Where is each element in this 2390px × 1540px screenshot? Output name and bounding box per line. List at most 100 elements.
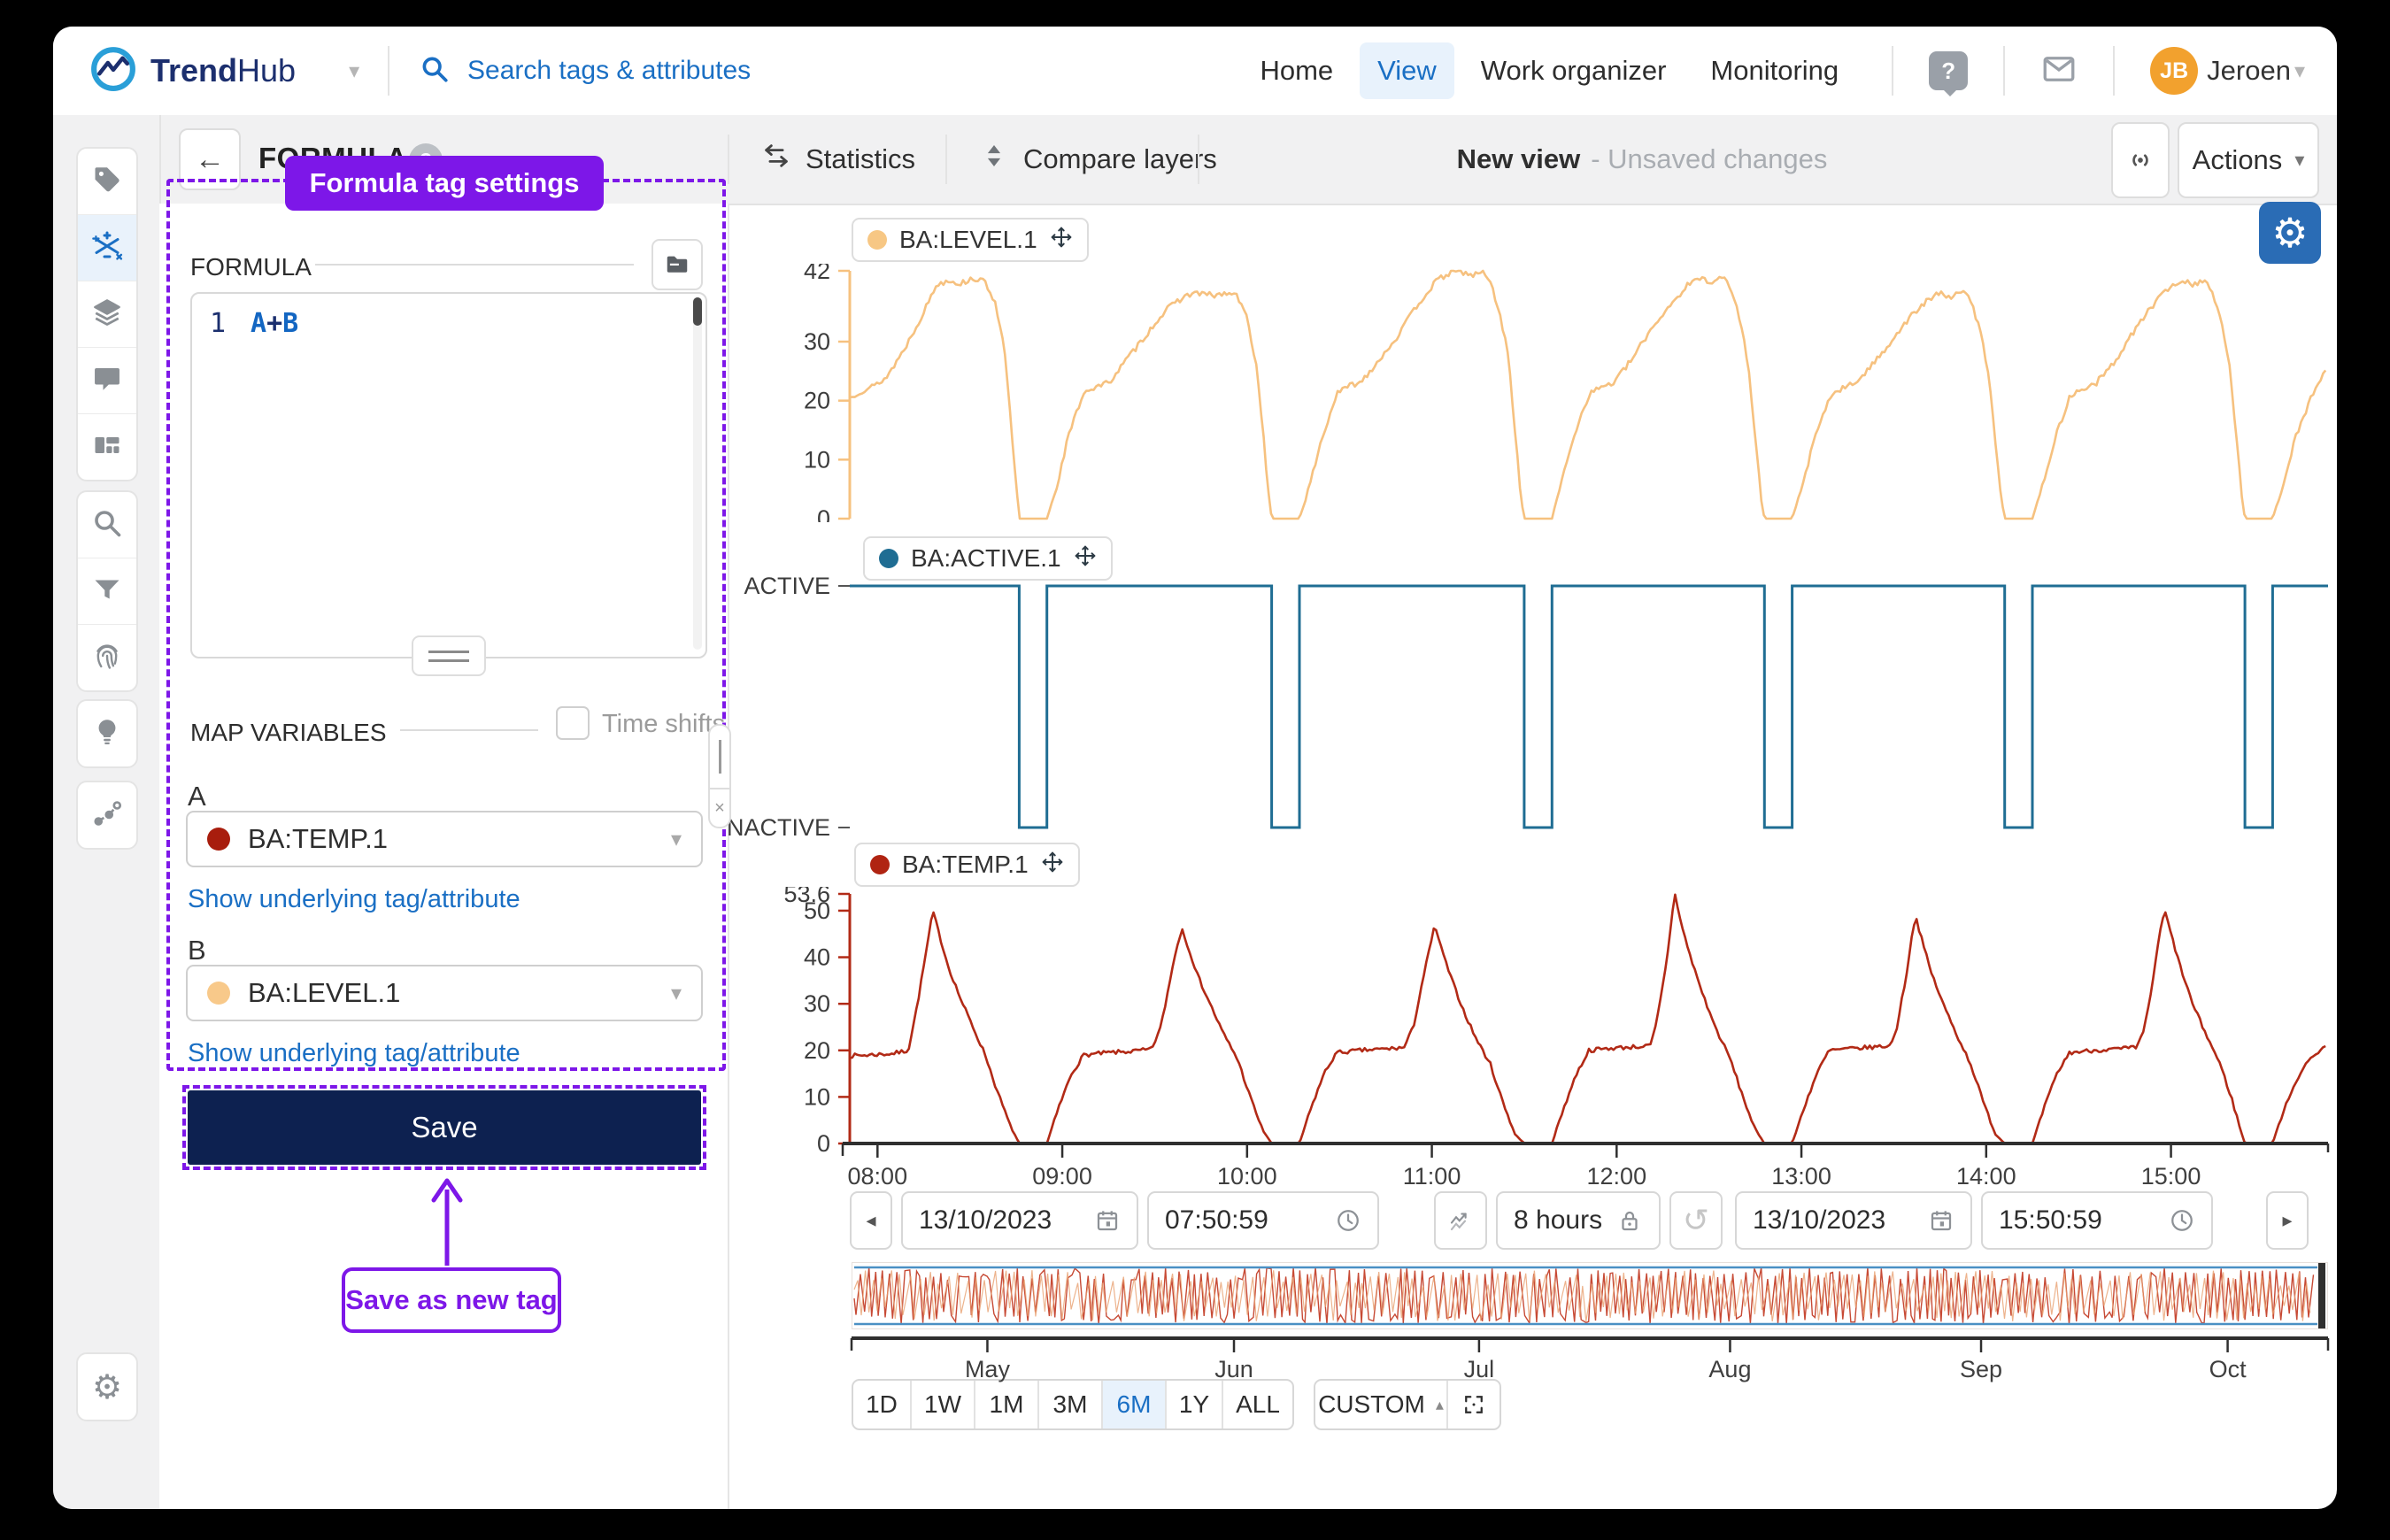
range-button-1m[interactable]: 1M — [975, 1381, 1039, 1428]
history-restore-button[interactable]: ↺ — [1669, 1191, 1723, 1250]
pan-left-button[interactable]: ◂ — [850, 1191, 892, 1250]
overview-strip[interactable] — [852, 1262, 2328, 1329]
search-input[interactable] — [466, 55, 965, 87]
custom-range-label: CUSTOM — [1318, 1390, 1425, 1419]
gear-icon: ⚙ — [92, 1367, 122, 1407]
sidebar-item-search[interactable] — [78, 492, 136, 558]
formula-tag-settings-annotation: Formula tag settings — [285, 156, 604, 211]
show-underlying-link-B[interactable]: Show underlying tag/attribute — [188, 1039, 520, 1068]
folder-button[interactable] — [651, 239, 703, 290]
svg-text:12:00: 12:00 — [1587, 1163, 1647, 1190]
time-shifts-label: Time shifts — [602, 710, 725, 739]
splitter-drag-handle[interactable] — [708, 724, 731, 789]
nav-item-work-organizer[interactable]: Work organizer — [1463, 42, 1685, 99]
chart-level[interactable]: 423020100 — [726, 264, 2337, 522]
sidebar-item-tag[interactable] — [78, 149, 136, 215]
nav-item-home[interactable]: Home — [1242, 42, 1351, 99]
sidebar-item-formula[interactable] — [78, 215, 136, 281]
back-button[interactable]: ← — [179, 128, 241, 190]
range-button-3m[interactable]: 3M — [1039, 1381, 1103, 1428]
chevron-up-icon: ▴ — [1436, 1396, 1444, 1414]
brand-chevron-down-icon[interactable]: ▾ — [349, 58, 359, 84]
step-line-icon — [1447, 1207, 1474, 1234]
date-from-input[interactable]: 13/10/2023 — [901, 1191, 1138, 1250]
time-to-input[interactable]: 15:50:59 — [1981, 1191, 2213, 1250]
statistics-button[interactable]: Statistics — [761, 115, 915, 204]
formula-editor[interactable]: 1 A+B — [190, 292, 707, 658]
exchange-arrows-icon — [761, 141, 791, 178]
sidebar-item-settings[interactable]: ⚙ — [76, 1352, 138, 1421]
svg-text:11:00: 11:00 — [1403, 1163, 1461, 1190]
help-button[interactable]: ? — [1929, 51, 1968, 90]
range-button-1w[interactable]: 1W — [912, 1381, 975, 1428]
series-name: BA:TEMP.1 — [902, 851, 1029, 879]
range-button-6m[interactable]: 6M — [1103, 1381, 1167, 1428]
save-annotation-outline — [182, 1085, 706, 1170]
save-as-new-tag-annotation: Save as new tag — [342, 1267, 561, 1333]
series-color-dot — [867, 230, 887, 250]
nav-item-monitoring[interactable]: Monitoring — [1692, 42, 1856, 99]
move-icon[interactable] — [1074, 544, 1097, 574]
expand-icon — [1461, 1391, 1487, 1418]
statistics-label: Statistics — [806, 143, 915, 175]
chart-settings-gear-button[interactable]: ⚙ — [2259, 202, 2321, 264]
svg-text:0: 0 — [817, 505, 830, 522]
legend-level[interactable]: BA:LEVEL.1 — [852, 218, 1089, 262]
date-to-value: 13/10/2023 — [1753, 1205, 1885, 1236]
sidebar-item-fingerprint[interactable] — [78, 625, 136, 690]
actions-label: Actions — [2193, 144, 2283, 176]
date-to-input[interactable]: 13/10/2023 — [1735, 1191, 1972, 1250]
sidebar-item-comment[interactable] — [78, 348, 136, 414]
sidebar-rail: ⚙ — [53, 115, 161, 1509]
move-icon[interactable] — [1050, 226, 1073, 255]
divider — [945, 135, 947, 184]
time-from-input[interactable]: 07:50:59 — [1147, 1191, 1379, 1250]
splitter-collapse-button[interactable]: × — [708, 789, 731, 828]
sidebar-item-layout[interactable] — [78, 414, 136, 480]
variable-name-B: B — [188, 935, 206, 966]
sidebar-item-bulb[interactable] — [78, 701, 136, 766]
divider — [728, 135, 729, 184]
time-shifts-checkbox[interactable] — [556, 706, 590, 740]
show-underlying-link-A[interactable]: Show underlying tag/attribute — [188, 885, 520, 914]
duration-button[interactable]: 8 hours — [1496, 1191, 1661, 1250]
editor-scrollbar[interactable] — [693, 297, 702, 650]
move-icon[interactable] — [1041, 851, 1064, 880]
nav-item-view[interactable]: View — [1360, 42, 1454, 99]
svg-text:40: 40 — [804, 944, 830, 971]
brand[interactable]: TrendHub ▾ — [89, 27, 359, 115]
pan-right-button[interactable]: ▸ — [2266, 1191, 2309, 1250]
svg-text:10:00: 10:00 — [1217, 1163, 1277, 1190]
variable-select-B[interactable]: BA:LEVEL.1▾ — [186, 965, 703, 1021]
compare-layers-button[interactable]: Compare layers — [979, 115, 1217, 204]
variable-select-A[interactable]: BA:TEMP.1▾ — [186, 811, 703, 867]
search-icon — [91, 507, 123, 543]
sidebar-item-share[interactable] — [78, 782, 136, 848]
custom-range-button[interactable]: CUSTOM ▴ — [1315, 1381, 1448, 1428]
mail-icon[interactable] — [2040, 50, 2078, 92]
range-button-1d[interactable]: 1D — [853, 1381, 912, 1428]
variable-name-A: A — [188, 781, 206, 812]
live-broadcast-button[interactable] — [2111, 122, 2170, 198]
range-button-all[interactable]: ALL — [1223, 1381, 1292, 1428]
svg-text:30: 30 — [804, 990, 830, 1017]
legend-temp[interactable]: BA:TEMP.1 — [854, 843, 1080, 887]
actions-button[interactable]: Actions ▾ — [2178, 122, 2319, 198]
chart-temp[interactable]: 53.650403020100 — [726, 887, 2337, 1152]
fullscreen-range-button[interactable] — [1448, 1381, 1500, 1428]
editor-resize-handle[interactable] — [412, 635, 486, 676]
legend-active[interactable]: BA:ACTIVE.1 — [863, 536, 1113, 581]
range-button-1y[interactable]: 1Y — [1167, 1381, 1223, 1428]
trendhub-logo-icon — [89, 44, 138, 98]
custom-range-group: CUSTOM ▴ — [1314, 1379, 1501, 1430]
svg-text:Jul: Jul — [1464, 1356, 1495, 1382]
sidebar-item-filter[interactable] — [78, 558, 136, 625]
view-title: New view - Unsaved changes — [1199, 115, 2085, 204]
interpolation-button[interactable] — [1434, 1191, 1487, 1250]
tag-color-dot — [207, 828, 230, 851]
user-menu[interactable]: JB Jeroen ▾ — [2150, 47, 2305, 95]
sidebar-item-layers[interactable] — [78, 281, 136, 348]
date-from-value: 13/10/2023 — [919, 1205, 1052, 1236]
panel-splitter[interactable]: × — [708, 724, 731, 828]
chart-active[interactable]: ACTIVEINACTIVE — [726, 575, 2337, 841]
